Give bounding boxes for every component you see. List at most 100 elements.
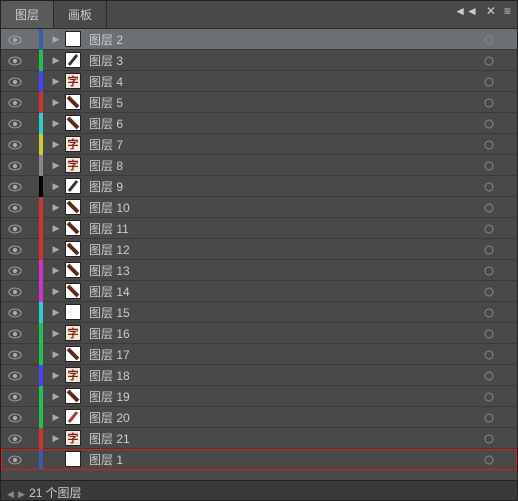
- target-icon[interactable]: [475, 95, 503, 109]
- layer-thumbnail[interactable]: [65, 409, 81, 425]
- layer-row[interactable]: ▶ 图层 5: [1, 92, 517, 113]
- layer-thumbnail[interactable]: [65, 199, 81, 215]
- menu-icon[interactable]: ≡: [504, 4, 511, 18]
- layer-row[interactable]: ▶ 图层 12: [1, 239, 517, 260]
- visibility-toggle[interactable]: [1, 389, 29, 403]
- collapse-icon[interactable]: ◄◄: [454, 4, 478, 18]
- visibility-toggle[interactable]: [1, 32, 29, 46]
- layer-name[interactable]: 图层 7: [85, 136, 475, 153]
- expand-toggle[interactable]: ▶: [51, 412, 61, 423]
- expand-toggle[interactable]: ▶: [51, 76, 61, 87]
- visibility-toggle[interactable]: [1, 74, 29, 88]
- visibility-toggle[interactable]: [1, 242, 29, 256]
- layer-row[interactable]: ▶ 图层 10: [1, 197, 517, 218]
- target-icon[interactable]: [475, 263, 503, 277]
- target-icon[interactable]: [475, 32, 503, 46]
- target-icon[interactable]: [475, 284, 503, 298]
- visibility-toggle[interactable]: [1, 221, 29, 235]
- expand-toggle[interactable]: ▶: [51, 370, 61, 381]
- layer-thumbnail[interactable]: [65, 346, 81, 362]
- layer-thumbnail[interactable]: [65, 304, 81, 320]
- layer-name[interactable]: 图层 12: [85, 241, 475, 258]
- expand-toggle[interactable]: ▶: [51, 139, 61, 150]
- visibility-toggle[interactable]: [1, 347, 29, 361]
- target-icon[interactable]: [475, 200, 503, 214]
- expand-toggle[interactable]: ▶: [51, 349, 61, 360]
- layer-thumbnail[interactable]: [65, 220, 81, 236]
- layer-thumbnail[interactable]: 字: [65, 325, 81, 341]
- close-icon[interactable]: ✕: [486, 4, 496, 18]
- expand-toggle[interactable]: ▶: [51, 181, 61, 192]
- layer-row[interactable]: ▶ 图层 19: [1, 386, 517, 407]
- layer-thumbnail[interactable]: 字: [65, 367, 81, 383]
- expand-toggle[interactable]: ▶: [51, 34, 61, 45]
- target-icon[interactable]: [475, 242, 503, 256]
- layer-thumbnail[interactable]: 字: [65, 157, 81, 173]
- visibility-toggle[interactable]: [1, 116, 29, 130]
- layer-row[interactable]: ▶字图层 8: [1, 155, 517, 176]
- tab-layers[interactable]: 图层: [1, 1, 54, 28]
- target-icon[interactable]: [475, 452, 503, 466]
- layer-thumbnail[interactable]: [65, 388, 81, 404]
- chevron-left-icon[interactable]: ◀: [7, 489, 15, 500]
- target-icon[interactable]: [475, 74, 503, 88]
- visibility-toggle[interactable]: [1, 284, 29, 298]
- expand-toggle[interactable]: ▶: [51, 286, 61, 297]
- chevron-right-icon[interactable]: ▶: [18, 489, 26, 500]
- visibility-toggle[interactable]: [1, 158, 29, 172]
- layer-row[interactable]: ▶字图层 21: [1, 428, 517, 449]
- expand-toggle[interactable]: ▶: [51, 433, 61, 444]
- layer-thumbnail[interactable]: [65, 451, 81, 467]
- expand-toggle[interactable]: ▶: [51, 202, 61, 213]
- visibility-toggle[interactable]: [1, 368, 29, 382]
- layer-thumbnail[interactable]: [65, 52, 81, 68]
- layer-row[interactable]: ▶图层 14: [1, 281, 517, 302]
- layer-row[interactable]: ▶图层 13: [1, 260, 517, 281]
- target-icon[interactable]: [475, 53, 503, 67]
- visibility-toggle[interactable]: [1, 200, 29, 214]
- layer-name[interactable]: 图层 2: [85, 31, 475, 48]
- layer-row[interactable]: ▶字图层 18: [1, 365, 517, 386]
- expand-toggle[interactable]: ▶: [51, 244, 61, 255]
- layer-row[interactable]: ▶图层 6: [1, 113, 517, 134]
- layer-row[interactable]: ▶ 图层 15: [1, 302, 517, 323]
- expand-toggle[interactable]: ▶: [51, 328, 61, 339]
- layer-name[interactable]: 图层 17: [85, 346, 475, 363]
- layer-name[interactable]: 图层 11: [85, 220, 475, 237]
- layer-row[interactable]: ▶字图层 16: [1, 323, 517, 344]
- layer-name[interactable]: 图层 1: [85, 451, 475, 468]
- target-icon[interactable]: [475, 158, 503, 172]
- expand-toggle[interactable]: ▶: [51, 223, 61, 234]
- layer-name[interactable]: 图层 10: [85, 199, 475, 216]
- layer-name[interactable]: 图层 15: [85, 304, 475, 321]
- target-icon[interactable]: [475, 389, 503, 403]
- expand-toggle[interactable]: ▶: [51, 391, 61, 402]
- layer-name[interactable]: 图层 3: [85, 52, 475, 69]
- layer-row[interactable]: ▶字图层 7: [1, 134, 517, 155]
- layer-thumbnail[interactable]: [65, 241, 81, 257]
- visibility-toggle[interactable]: [1, 410, 29, 424]
- expand-toggle[interactable]: ▶: [51, 307, 61, 318]
- layer-thumbnail[interactable]: [65, 283, 81, 299]
- layer-thumbnail[interactable]: 字: [65, 430, 81, 446]
- layer-name[interactable]: 图层 19: [85, 388, 475, 405]
- layer-name[interactable]: 图层 20: [85, 409, 475, 426]
- layer-thumbnail[interactable]: [65, 94, 81, 110]
- layer-thumbnail[interactable]: [65, 115, 81, 131]
- layer-thumbnail[interactable]: 字: [65, 73, 81, 89]
- expand-toggle[interactable]: ▶: [51, 55, 61, 66]
- layer-name[interactable]: 图层 5: [85, 94, 475, 111]
- layer-row[interactable]: 图层 1: [1, 449, 517, 470]
- layer-thumbnail[interactable]: [65, 262, 81, 278]
- layer-name[interactable]: 图层 9: [85, 178, 475, 195]
- visibility-toggle[interactable]: [1, 431, 29, 445]
- visibility-toggle[interactable]: [1, 95, 29, 109]
- target-icon[interactable]: [475, 347, 503, 361]
- expand-toggle[interactable]: ▶: [51, 97, 61, 108]
- layer-name[interactable]: 图层 8: [85, 157, 475, 174]
- layer-row[interactable]: ▶ 图层 3: [1, 50, 517, 71]
- visibility-toggle[interactable]: [1, 263, 29, 277]
- visibility-toggle[interactable]: [1, 326, 29, 340]
- visibility-toggle[interactable]: [1, 53, 29, 67]
- expand-toggle[interactable]: ▶: [51, 118, 61, 129]
